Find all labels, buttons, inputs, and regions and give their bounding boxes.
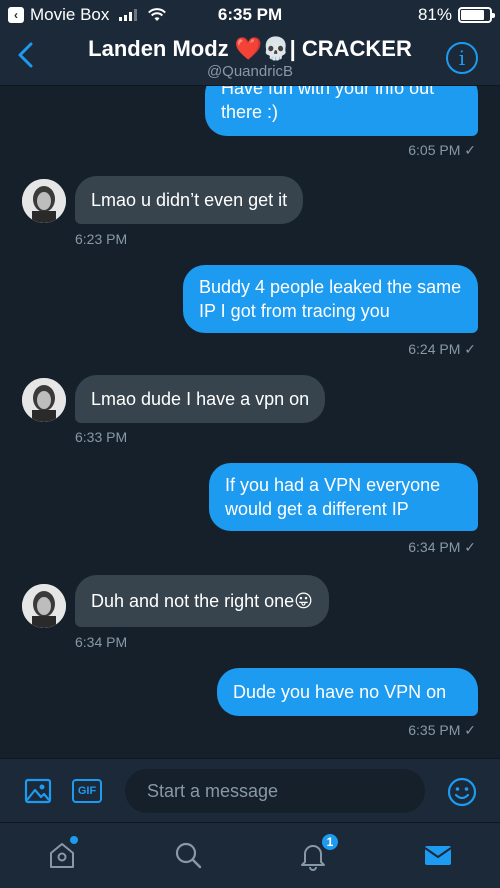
message-composer: GIF (0, 758, 500, 822)
battery-fill (461, 10, 484, 20)
battery-icon (458, 7, 495, 23)
message-text: If you had a VPN everyone would get a di… (225, 475, 441, 519)
message-timestamp: 6:35 PM ✓ (408, 722, 476, 738)
avatar-image (22, 378, 66, 422)
notifications-badge: 1 (320, 832, 340, 852)
image-icon[interactable] (24, 777, 52, 805)
message-bubble-outgoing[interactable]: Dude you have no VPN on (217, 668, 478, 716)
conversation-header: Landen Modz ❤️💀| CRACKER @QuandricB i (0, 30, 500, 86)
message-timestamp: 6:24 PM ✓ (408, 341, 476, 357)
message-bubble-outgoing[interactable]: Have fun with your info out there :) (205, 86, 478, 136)
avatar-image (22, 179, 66, 223)
messages-envelope-icon[interactable] (422, 839, 454, 871)
info-icon[interactable]: i (446, 42, 478, 74)
conversation-title[interactable]: Landen Modz ❤️💀| CRACKER (0, 36, 500, 62)
message-timestamp: 6:34 PM (75, 634, 128, 650)
avatar[interactable] (22, 584, 66, 628)
message-timestamp: 6:23 PM (75, 231, 128, 247)
message-text: Dude you have no VPN on (233, 682, 447, 702)
search-icon[interactable] (172, 839, 204, 871)
message-input[interactable] (125, 769, 425, 813)
avatar[interactable] (22, 179, 66, 223)
message-text: Have fun with your info out there :) (221, 86, 435, 122)
message-thread[interactable]: Have fun with your info out there :) 6:0… (0, 86, 500, 758)
message-text: Lmao u didn’t even get it (91, 190, 288, 210)
status-right: 81% (417, 5, 495, 25)
conversation-handle[interactable]: @QuandricB (0, 63, 500, 80)
avatar[interactable] (22, 378, 66, 422)
message-timestamp: 6:05 PM ✓ (408, 142, 476, 158)
message-bubble-outgoing[interactable]: Buddy 4 people leaked the same IP I got … (183, 265, 478, 333)
message-text: Buddy 4 people leaked the same IP I got … (199, 277, 462, 321)
avatar-image (22, 584, 66, 628)
message-timestamp: 6:33 PM (75, 429, 128, 445)
emoji-icon[interactable] (447, 777, 477, 807)
message-bubble-incoming[interactable]: Lmao u didn’t even get it (75, 176, 304, 224)
message-bubble-outgoing[interactable]: If you had a VPN everyone would get a di… (209, 463, 478, 531)
bottom-tab-bar (0, 822, 500, 888)
home-new-dot (70, 836, 78, 844)
message-timestamp: 6:34 PM ✓ (408, 539, 476, 555)
status-bar: ‹ Movie Box 6:35 PM 81% (0, 0, 500, 30)
message-bubble-incoming[interactable]: Duh and not the right one😛 (75, 575, 329, 627)
gif-button[interactable]: GIF (72, 779, 102, 803)
battery-percent: 81% (417, 5, 452, 24)
message-text: Lmao dude I have a vpn on (91, 389, 310, 409)
message-text: Duh and not the right one😛 (91, 591, 313, 611)
message-bubble-incoming[interactable]: Lmao dude I have a vpn on (75, 375, 326, 423)
